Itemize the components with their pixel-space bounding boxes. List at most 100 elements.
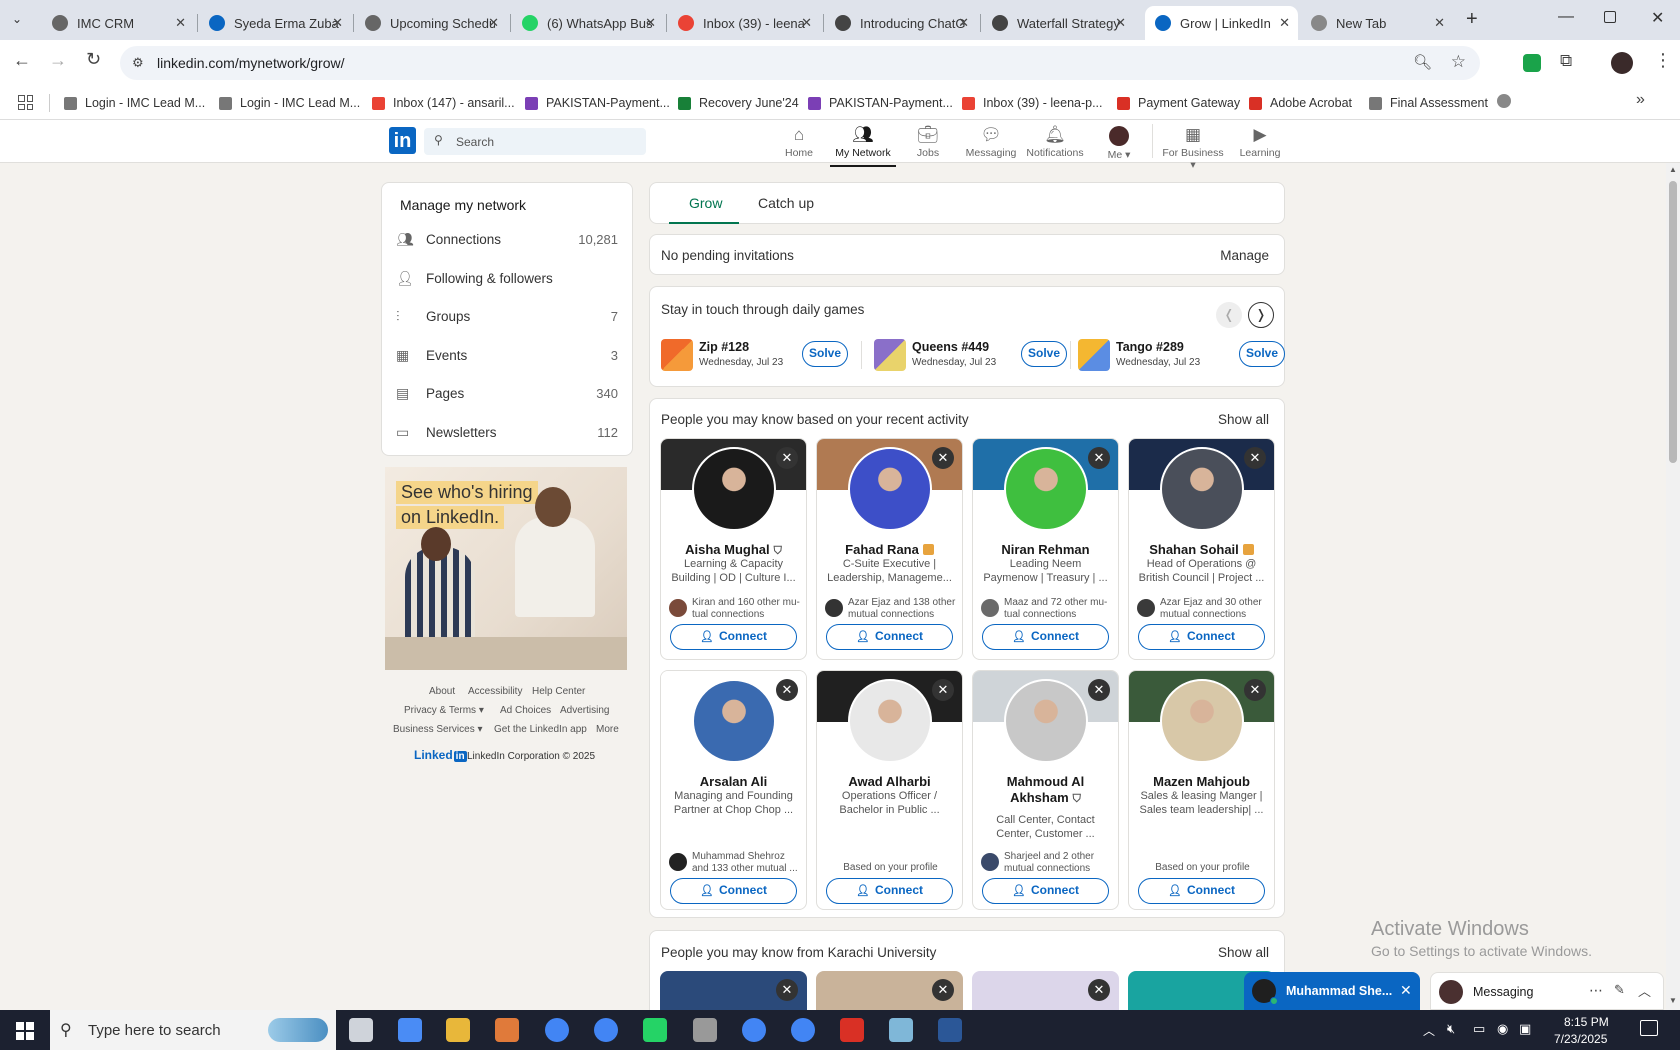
dismiss-icon[interactable]: ✕ <box>932 979 954 1001</box>
tray-app-icon[interactable]: ◉ <box>1497 1021 1508 1037</box>
windows-start-icon[interactable] <box>16 1022 34 1040</box>
whatsapp-icon[interactable] <box>643 1018 667 1042</box>
footer-link[interactable]: Help Center <box>532 686 585 697</box>
browser-tab[interactable]: Waterfall Strategy ✕ <box>982 6 1134 40</box>
nav-me[interactable]: Me ▾ <box>1086 126 1152 161</box>
bookmark-extra-icon[interactable] <box>1497 94 1511 108</box>
minimize-icon[interactable]: — <box>1558 8 1574 26</box>
bookmark-item[interactable]: Final Assessment <box>1369 92 1488 114</box>
person-card[interactable]: ✕ Mazen Mahjoub Sales & leasing Manger | Sa… <box>1128 670 1275 910</box>
profile-photo[interactable] <box>692 679 776 763</box>
profile-photo[interactable] <box>848 447 932 531</box>
forward-icon[interactable]: → <box>49 50 67 71</box>
person-name[interactable]: Aisha Mughal ⛉ <box>665 542 802 558</box>
linkedin-logo[interactable]: in <box>389 127 416 154</box>
tab-close-icon[interactable]: ✕ <box>175 15 186 31</box>
person-card[interactable]: ✕ Niran Rehman Leading Neem Paymenow | Trea… <box>972 438 1119 660</box>
extensions-icon[interactable]: ⧉ <box>1560 51 1572 71</box>
dismiss-icon[interactable]: ✕ <box>776 979 798 1001</box>
chat-bubble[interactable]: Muhammad She... ✕ <box>1244 972 1420 1010</box>
page-scrollbar[interactable]: ▲ ▼ <box>1666 163 1680 1010</box>
clock-date[interactable]: 7/23/2025 <box>1554 1032 1607 1046</box>
bookmark-item[interactable]: PAKISTAN-Payment... <box>525 92 670 114</box>
tab-catch-up[interactable]: Catch up <box>758 195 814 211</box>
sidebar-item-connections[interactable]: 👥︎ Connections 10,281 <box>382 220 634 258</box>
tab-close-icon[interactable]: ✕ <box>1115 15 1126 31</box>
task-view-icon[interactable] <box>349 1018 373 1042</box>
footer-link[interactable]: Advertising <box>560 705 609 716</box>
address-bar[interactable]: ⚙ linkedin.com/mynetwork/grow/ 🔍︎ ☆ <box>120 46 1480 80</box>
browser-tab[interactable]: New Tab ✕ <box>1301 6 1453 40</box>
profile-photo[interactable] <box>1160 679 1244 763</box>
tab-grow[interactable]: Grow <box>689 195 722 211</box>
chrome-icon[interactable] <box>791 1018 815 1042</box>
browser-tab[interactable]: Introducing ChatGPT✕ <box>825 6 977 40</box>
solve-button[interactable]: Solve <box>1021 341 1067 367</box>
person-card[interactable]: ✕ Mahmoud Al Akhsham ⛉ Call Center, Contact… <box>972 670 1119 910</box>
tab-close-icon[interactable]: ✕ <box>1434 15 1445 31</box>
connect-button[interactable]: 👤︎ Connect <box>1138 878 1265 904</box>
bookmark-item[interactable]: Inbox (39) - leena-p... <box>962 92 1103 114</box>
bookmark-item[interactable]: Inbox (147) - ansaril... <box>372 92 515 114</box>
messaging-overlay[interactable]: Messaging ⋯ ✎ ︿ <box>1430 972 1664 1010</box>
dismiss-icon[interactable]: ✕ <box>932 679 954 701</box>
person-name[interactable]: Mazen Mahjoub <box>1133 774 1270 789</box>
sidebar-item-events[interactable]: ▦ Events 3 <box>382 336 634 374</box>
nav-messaging[interactable]: 💬︎ Messaging <box>958 126 1024 160</box>
more-bookmarks-icon[interactable]: » <box>1636 91 1645 109</box>
scroll-thumb[interactable] <box>1669 181 1677 463</box>
acrobat-icon[interactable] <box>840 1018 864 1042</box>
chrome-icon[interactable] <box>742 1018 766 1042</box>
footer-link[interactable]: About <box>429 686 455 697</box>
back-icon[interactable]: ← <box>13 50 31 71</box>
bookmark-item[interactable]: Payment Gateway <box>1117 92 1240 114</box>
dismiss-icon[interactable]: ✕ <box>776 447 798 469</box>
footer-link[interactable]: More <box>596 724 619 735</box>
nav-jobs[interactable]: 💼︎ Jobs <box>895 126 961 160</box>
tab-close-icon[interactable]: ✕ <box>488 15 499 31</box>
games-next-icon[interactable]: ❭ <box>1248 302 1274 328</box>
nav-for-business[interactable]: ▦ For Business ▾ <box>1160 126 1226 172</box>
person-card[interactable]: ✕ Awad Alharbi Operations Officer / Bachelo… <box>816 670 963 910</box>
tab-close-icon[interactable]: ✕ <box>958 15 969 31</box>
messaging-compose-icon[interactable]: ✎ <box>1614 982 1625 998</box>
chat-close-icon[interactable]: ✕ <box>1400 982 1412 999</box>
bookmark-item[interactable]: Adobe Acrobat <box>1249 92 1352 114</box>
dismiss-icon[interactable]: ✕ <box>932 447 954 469</box>
bookmark-item[interactable]: Recovery June'24 <box>678 92 799 114</box>
games-prev-icon[interactable]: ❬ <box>1216 302 1242 328</box>
footer-link[interactable]: Business Services ▾ <box>393 724 483 735</box>
search-input[interactable]: Search <box>456 135 494 149</box>
person-card[interactable]: ✕ Shahan Sohail Head of Operations @ Britis… <box>1128 438 1275 660</box>
connect-button[interactable]: 👤︎ Connect <box>982 624 1109 650</box>
connect-button[interactable]: 👤︎ Connect <box>670 878 797 904</box>
person-name[interactable]: Fahad Rana <box>821 542 958 557</box>
tray-chevron-icon[interactable]: ︿ <box>1423 1022 1435 1039</box>
browser-tab[interactable]: (6) WhatsApp Business✕ <box>512 6 664 40</box>
person-name[interactable]: Mahmoud Al Akhsham ⛉ <box>977 774 1114 807</box>
profile-photo[interactable] <box>1004 679 1088 763</box>
profile-photo[interactable] <box>848 679 932 763</box>
notifications-center-icon[interactable] <box>1640 1020 1658 1036</box>
profile-photo[interactable] <box>692 447 776 531</box>
profile-avatar[interactable] <box>1611 52 1633 74</box>
dismiss-icon[interactable]: ✕ <box>1244 447 1266 469</box>
word-icon[interactable] <box>938 1018 962 1042</box>
solve-button[interactable]: Solve <box>802 341 848 367</box>
clock-time[interactable]: 8:15 PM <box>1564 1015 1609 1029</box>
search-box[interactable]: ⚲ Search <box>424 128 646 155</box>
recent-show-all[interactable]: Show all <box>1218 412 1269 427</box>
reload-icon[interactable]: ↻ <box>86 49 101 70</box>
tab-search-icon[interactable]: ⌄ <box>12 12 22 26</box>
connect-button[interactable]: 👤︎ Connect <box>826 878 953 904</box>
person-name[interactable]: Awad Alharbi <box>821 774 958 789</box>
footer-link[interactable]: Get the LinkedIn app <box>494 724 587 735</box>
chrome-icon[interactable] <box>582 1010 630 1050</box>
tab-close-icon[interactable]: ✕ <box>645 15 656 31</box>
bookmark-item[interactable]: Login - IMC Lead M... <box>219 92 360 114</box>
footer-link[interactable]: Ad Choices <box>500 705 551 716</box>
dismiss-icon[interactable]: ✕ <box>1088 979 1110 1001</box>
taskbar-search-input[interactable]: Type here to search <box>88 1022 221 1039</box>
browser-tab[interactable]: Grow | LinkedIn ✕ <box>1145 6 1298 40</box>
nav-home[interactable]: ⌂ Home <box>766 126 832 160</box>
